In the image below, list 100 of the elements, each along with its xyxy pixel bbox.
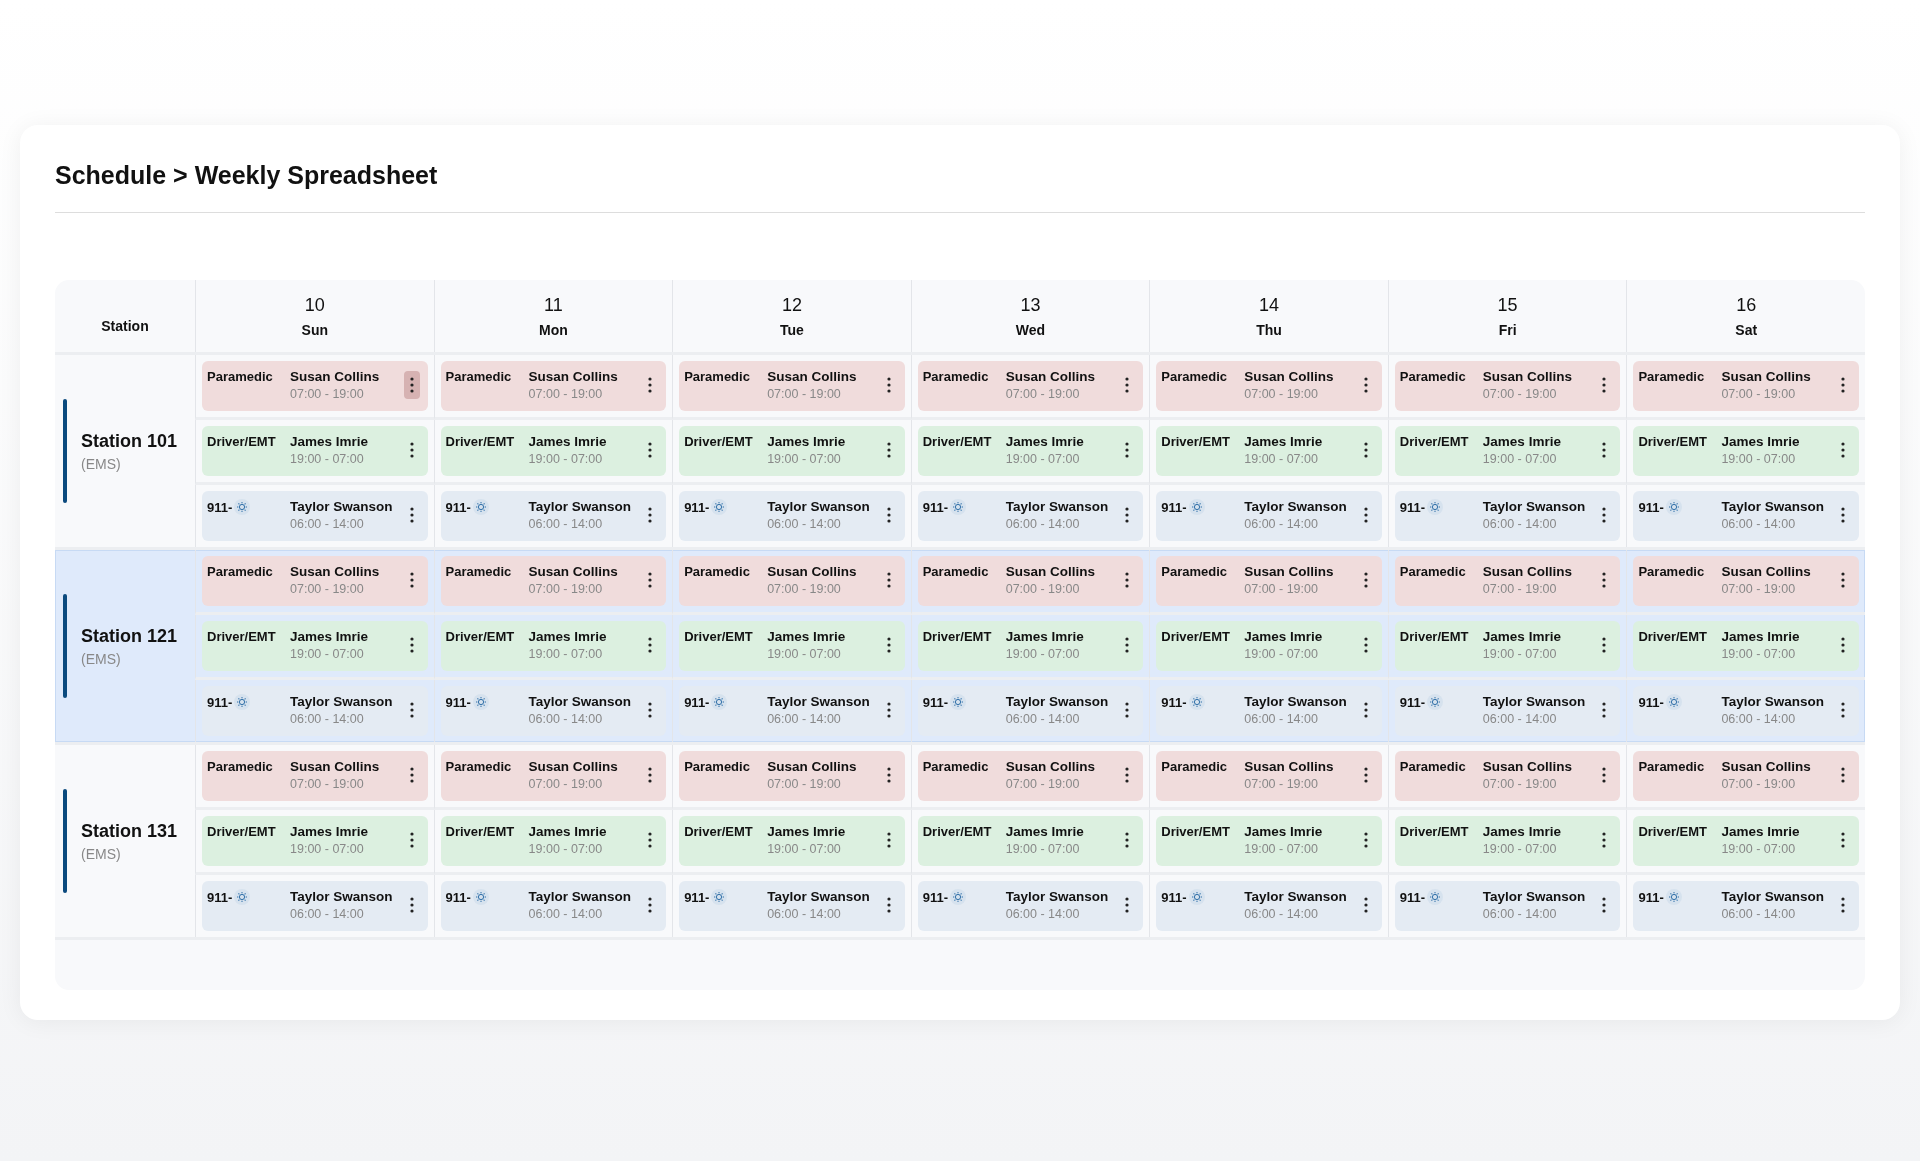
shift-card[interactable]: Paramedic Susan Collins 07:00 - 19:00 xyxy=(440,361,667,411)
shift-time: 06:00 - 14:00 xyxy=(1721,517,1797,531)
shift-time: 19:00 - 07:00 xyxy=(528,647,604,661)
shift-card[interactable]: 911- Taylor Swanson 06:00 - 14:00 xyxy=(917,491,1144,541)
kebab-icon xyxy=(1841,377,1845,393)
shift-card[interactable]: Paramedic Susan Collins 07:00 - 19:00 xyxy=(1633,361,1859,411)
shift-person: James Imrie xyxy=(290,824,370,839)
shift-card[interactable]: 911- Taylor Swanson 06:00 - 14:00 xyxy=(1156,686,1382,736)
shift-card[interactable]: Driver/EMT James Imrie 19:00 - 07:00 xyxy=(917,426,1144,476)
kebab-icon xyxy=(648,377,653,393)
shift-role: Driver/EMT xyxy=(445,434,515,449)
shift-person: Taylor Swanson xyxy=(767,499,871,514)
shift-card[interactable]: Driver/EMT James Imrie 19:00 - 07:00 xyxy=(917,816,1144,866)
kebab-icon xyxy=(1363,442,1368,458)
station-name: Station 121 xyxy=(81,625,178,647)
shift-person: Taylor Swanson xyxy=(528,499,633,514)
shift-card[interactable]: Paramedic Susan Collins 07:00 - 19:00 xyxy=(202,751,428,801)
kebab-icon xyxy=(1363,897,1368,913)
shift-card[interactable]: 911- Taylor Swanson 06:00 - 14:00 xyxy=(1394,491,1621,541)
shift-card[interactable]: Driver/EMT James Imrie 19:00 - 07:00 xyxy=(679,816,905,866)
shift-card[interactable]: 911- Taylor Swanson 06:00 - 14:00 xyxy=(440,686,667,736)
shift-card[interactable]: Paramedic Susan Collins 07:00 - 19:00 xyxy=(917,556,1144,606)
shift-card[interactable]: 911- Taylor Swanson 06:00 - 14:00 xyxy=(202,491,428,541)
shift-card[interactable]: Paramedic Susan Collins 07:00 - 19:00 xyxy=(1633,751,1859,801)
shift-card[interactable]: Paramedic Susan Collins 07:00 - 19:00 xyxy=(1394,751,1621,801)
shift-card[interactable]: 911- Taylor Swanson 06:00 - 14:00 xyxy=(917,686,1144,736)
shift-card[interactable]: Paramedic Susan Collins 07:00 - 19:00 xyxy=(1394,556,1621,606)
shift-card[interactable]: Paramedic Susan Collins 07:00 - 19:00 xyxy=(1156,751,1382,801)
shift-card[interactable]: Driver/EMT James Imrie 19:00 - 07:00 xyxy=(440,621,667,671)
shift-card[interactable]: 911- Taylor Swanson 06:00 - 14:00 xyxy=(440,881,667,931)
shift-role: 911- xyxy=(1638,889,1664,905)
shift-card[interactable]: Driver/EMT James Imrie 19:00 - 07:00 xyxy=(1633,816,1859,866)
shift-card[interactable]: Driver/EMT James Imrie 19:00 - 07:00 xyxy=(917,621,1144,671)
more-menu-button[interactable] xyxy=(403,371,420,399)
shift-card[interactable]: Paramedic Susan Collins 07:00 - 19:00 xyxy=(440,556,667,606)
shift-card[interactable]: Driver/EMT James Imrie 19:00 - 07:00 xyxy=(440,816,667,866)
shift-person: James Imrie xyxy=(1482,629,1562,644)
shift-time: 19:00 - 07:00 xyxy=(528,842,604,856)
shift-card[interactable]: 911- Taylor Swanson 06:00 - 14:00 xyxy=(1633,491,1859,541)
shift-card[interactable]: Paramedic Susan Collins 07:00 - 19:00 xyxy=(1156,556,1382,606)
shift-card[interactable]: 911- Taylor Swanson 06:00 - 14:00 xyxy=(440,491,667,541)
kebab-icon xyxy=(648,702,653,718)
shift-card[interactable]: Driver/EMT James Imrie 19:00 - 07:00 xyxy=(202,816,428,866)
kebab-icon xyxy=(1125,377,1130,393)
kebab-icon xyxy=(1602,442,1607,458)
shift-card[interactable]: Paramedic Susan Collins 07:00 - 19:00 xyxy=(202,361,428,411)
shift-card[interactable]: Driver/EMT James Imrie 19:00 - 07:00 xyxy=(1156,426,1382,476)
shift-role: Driver/EMT xyxy=(207,434,276,449)
shift-time: 06:00 - 14:00 xyxy=(1721,907,1797,921)
shift-card[interactable]: Driver/EMT James Imrie 19:00 - 07:00 xyxy=(202,621,428,671)
shift-person: James Imrie xyxy=(1005,824,1085,839)
shift-card[interactable]: Paramedic Susan Collins 07:00 - 19:00 xyxy=(440,751,667,801)
shift-card[interactable]: Driver/EMT James Imrie 19:00 - 07:00 xyxy=(1633,426,1859,476)
shift-card[interactable]: 911- Taylor Swanson 06:00 - 14:00 xyxy=(202,881,428,931)
shift-card[interactable]: 911- Taylor Swanson 06:00 - 14:00 xyxy=(1156,881,1382,931)
shift-person: Susan Collins xyxy=(1482,759,1574,774)
shift-card[interactable]: Driver/EMT James Imrie 19:00 - 07:00 xyxy=(679,621,905,671)
shift-person: James Imrie xyxy=(1482,824,1562,839)
shift-card[interactable]: Paramedic Susan Collins 07:00 - 19:00 xyxy=(917,751,1144,801)
station-name: Station 101 xyxy=(81,430,178,452)
shift-person: James Imrie xyxy=(1244,434,1324,449)
shift-person: Taylor Swanson xyxy=(1244,889,1348,904)
shift-card[interactable]: Driver/EMT James Imrie 19:00 - 07:00 xyxy=(202,426,428,476)
shift-card[interactable]: 911- Taylor Swanson 06:00 - 14:00 xyxy=(1633,686,1859,736)
shift-time: 06:00 - 14:00 xyxy=(290,712,365,726)
shift-card[interactable]: Driver/EMT James Imrie 19:00 - 07:00 xyxy=(1394,621,1621,671)
shift-card[interactable]: 911- Taylor Swanson 06:00 - 14:00 xyxy=(1156,491,1382,541)
shift-role: 911- xyxy=(207,499,233,515)
shift-card[interactable]: Driver/EMT James Imrie 19:00 - 07:00 xyxy=(1156,816,1382,866)
shift-person: Taylor Swanson xyxy=(1482,694,1587,709)
sun-icon xyxy=(472,499,489,515)
shift-card[interactable]: 911- Taylor Swanson 06:00 - 14:00 xyxy=(1633,881,1859,931)
shift-card[interactable]: 911- Taylor Swanson 06:00 - 14:00 xyxy=(202,686,428,736)
shift-card[interactable]: 911- Taylor Swanson 06:00 - 14:00 xyxy=(1394,881,1621,931)
shift-card[interactable]: Driver/EMT James Imrie 19:00 - 07:00 xyxy=(1156,621,1382,671)
shift-role: Paramedic xyxy=(207,564,273,579)
shift-card[interactable]: 911- Taylor Swanson 06:00 - 14:00 xyxy=(917,881,1144,931)
shift-card[interactable]: 911- Taylor Swanson 06:00 - 14:00 xyxy=(679,881,905,931)
shift-card[interactable]: Driver/EMT James Imrie 19:00 - 07:00 xyxy=(1394,426,1621,476)
sun-icon xyxy=(1665,889,1682,905)
kebab-icon xyxy=(1125,897,1130,913)
shift-card[interactable]: Paramedic Susan Collins 07:00 - 19:00 xyxy=(1156,361,1382,411)
shift-person: James Imrie xyxy=(767,824,847,839)
shift-card[interactable]: Paramedic Susan Collins 07:00 - 19:00 xyxy=(1633,556,1859,606)
shift-card[interactable]: Driver/EMT James Imrie 19:00 - 07:00 xyxy=(1394,816,1621,866)
shift-card[interactable]: Paramedic Susan Collins 07:00 - 19:00 xyxy=(1394,361,1621,411)
shift-card[interactable]: Driver/EMT James Imrie 19:00 - 07:00 xyxy=(679,426,905,476)
shift-card[interactable]: Paramedic Susan Collins 07:00 - 19:00 xyxy=(679,751,905,801)
shift-card[interactable]: 911- Taylor Swanson 06:00 - 14:00 xyxy=(1394,686,1621,736)
shift-time: 07:00 - 19:00 xyxy=(290,582,365,596)
shift-time: 06:00 - 14:00 xyxy=(1721,712,1797,726)
shift-card[interactable]: Paramedic Susan Collins 07:00 - 19:00 xyxy=(202,556,428,606)
shift-card[interactable]: Driver/EMT James Imrie 19:00 - 07:00 xyxy=(440,426,667,476)
shift-card[interactable]: Driver/EMT James Imrie 19:00 - 07:00 xyxy=(1633,621,1859,671)
shift-time: 06:00 - 14:00 xyxy=(1482,907,1558,921)
shift-card[interactable]: Paramedic Susan Collins 07:00 - 19:00 xyxy=(917,361,1144,411)
shift-card[interactable]: 911- Taylor Swanson 06:00 - 14:00 xyxy=(679,491,905,541)
shift-card[interactable]: 911- Taylor Swanson 06:00 - 14:00 xyxy=(679,686,905,736)
shift-card[interactable]: Paramedic Susan Collins 07:00 - 19:00 xyxy=(679,361,905,411)
shift-card[interactable]: Paramedic Susan Collins 07:00 - 19:00 xyxy=(679,556,905,606)
